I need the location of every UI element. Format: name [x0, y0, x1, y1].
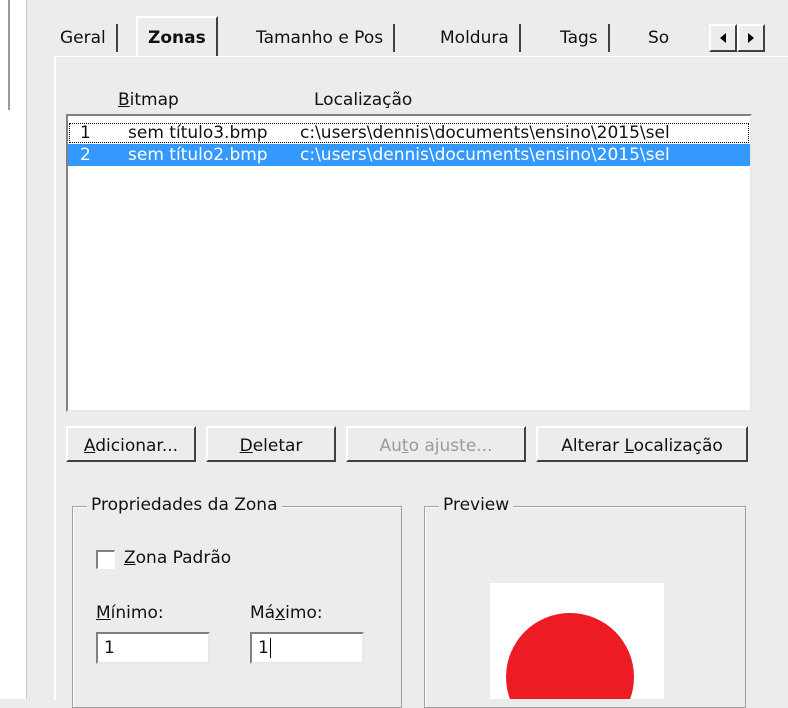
tab-geral-label: Geral [60, 28, 106, 48]
change-loc-label-1: Alterar [561, 436, 625, 456]
tab-moldura-label: Moldura [440, 28, 509, 48]
min-accel: M [96, 603, 111, 623]
tab-strip: Geral Zonas Tamanho e Pos Moldura Tags S… [50, 14, 788, 56]
row-bitmap: sem título3.bmp [128, 123, 268, 143]
tab-zonas[interactable]: Zonas [136, 16, 218, 56]
red-circle-shape [506, 613, 634, 699]
add-button[interactable]: Adicionar... [66, 426, 196, 462]
tab-scroll-right-button[interactable] [737, 24, 765, 52]
left-window-edge [0, 0, 27, 699]
bitmap-header-text: itmap [129, 90, 179, 110]
min-text: ínimo: [110, 603, 164, 623]
max-accel: x [275, 603, 286, 623]
preview-title: Preview [439, 495, 514, 515]
change-loc-label-2: ocalização [633, 436, 723, 456]
tab-tamanho-label: Tamanho e Pos [256, 28, 384, 48]
left-edge-line [8, 0, 10, 110]
chevron-left-icon [720, 33, 726, 43]
max-text-1: Má [250, 603, 276, 623]
tab-moldura[interactable]: Moldura [430, 24, 521, 52]
tab-geral[interactable]: Geral [50, 24, 118, 52]
list-item-selected[interactable]: 2 sem título2.bmp c:\users\dennis\docume… [68, 144, 750, 166]
max-label: Máximo: [250, 603, 323, 623]
tab-so-label: So [648, 28, 670, 48]
row-location: c:\users\dennis\documents\ensino\2015\se… [300, 145, 670, 165]
tab-scroll-buttons [709, 24, 765, 52]
delete-accel: D [239, 436, 253, 456]
min-label: Mínimo: [96, 603, 164, 623]
tab-tamanho-e-pos[interactable]: Tamanho e Pos [246, 24, 396, 52]
tab-zonas-label: Zonas [148, 28, 206, 48]
delete-label: eletar [252, 436, 303, 456]
tab-scroll-left-button[interactable] [709, 24, 737, 52]
change-location-button[interactable]: Alterar Localização [536, 426, 748, 462]
add-label: dicionar... [95, 436, 179, 456]
row-number: 2 [80, 145, 91, 165]
preview-canvas [490, 583, 664, 699]
tab-tags[interactable]: Tags [550, 24, 610, 52]
row-location: c:\users\dennis\documents\ensino\2015\se… [300, 123, 670, 143]
zone-properties-title: Propriedades da Zona [87, 495, 282, 515]
max-input[interactable]: 1 [250, 632, 364, 664]
list-item[interactable]: 1 sem título3.bmp c:\users\dennis\docume… [68, 122, 750, 144]
add-accel: A [83, 436, 96, 456]
max-value: 1 [258, 638, 269, 658]
bitmap-header-accel: B [118, 90, 130, 110]
bitmap-list[interactable]: 1 sem título3.bmp c:\users\dennis\docume… [66, 114, 752, 412]
default-zone-accel: Z [124, 548, 136, 568]
row-bitmap: sem título2.bmp [128, 145, 268, 165]
max-text-2: imo: [285, 603, 323, 623]
min-input[interactable]: 1 [96, 632, 210, 664]
row-number: 1 [80, 123, 91, 143]
chevron-right-icon [748, 33, 754, 43]
default-zone-label[interactable]: Zona Padrão [124, 548, 231, 568]
change-loc-accel: L [624, 436, 634, 456]
default-zone-checkbox[interactable] [96, 550, 115, 569]
tab-tags-label: Tags [560, 28, 598, 48]
auto-label-1: Au [379, 436, 402, 456]
auto-adjust-button[interactable]: Auto ajuste... [346, 426, 526, 462]
delete-button[interactable]: Deletar [206, 426, 336, 462]
default-zone-text: ona Padrão [135, 548, 232, 568]
auto-label-2: o ajuste... [408, 436, 493, 456]
text-caret [269, 638, 271, 658]
auto-accel: t [401, 436, 409, 456]
tab-so[interactable]: So [638, 24, 684, 52]
min-value: 1 [104, 638, 115, 658]
column-header-location[interactable]: Localização [314, 90, 412, 110]
column-header-bitmap[interactable]: Bitmap [118, 90, 179, 110]
